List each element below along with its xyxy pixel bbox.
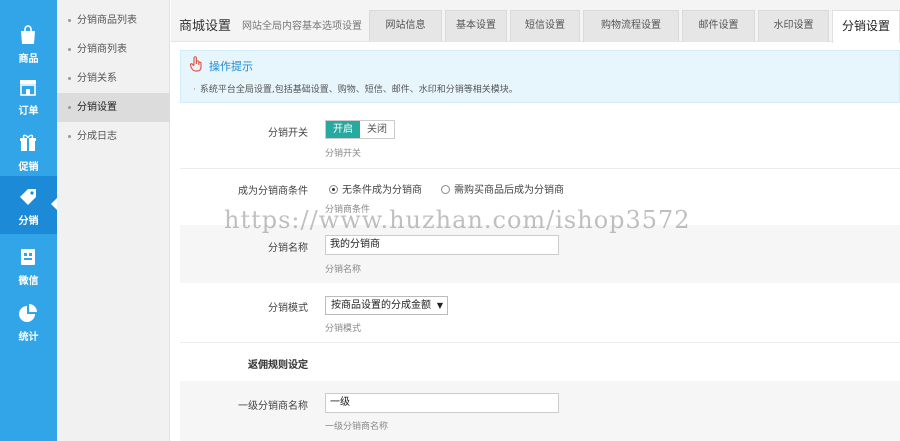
nav-label: 分销	[18, 216, 39, 227]
submenu-label: 分销商品列表	[77, 15, 137, 26]
radio-purchase-required[interactable]: 需购买商品后成为分销商	[441, 181, 564, 196]
tip-description: 系统平台全局设置,包括基础设置、购物、短信、邮件、水印和分销等相关模块。	[199, 85, 518, 95]
store-icon	[20, 80, 36, 96]
level1-name-input[interactable]: 一级	[325, 393, 559, 413]
section-title: 返佣规则设定	[248, 360, 308, 371]
radio-label: 无条件成为分销商	[342, 185, 422, 196]
submenu-label: 分销商列表	[77, 44, 127, 55]
tip-box: 操作提示 · 系统平台全局设置,包括基础设置、购物、短信、邮件、水印和分销等相关模…	[180, 50, 900, 103]
submenu-label: 分成日志	[77, 131, 117, 142]
switch-on-option[interactable]: 开启	[326, 121, 360, 138]
form-row-switch: 分销开关 开启 关闭 分销开关	[180, 110, 900, 168]
page-title: 商城设置	[179, 19, 232, 34]
hand-pointer-icon	[189, 56, 202, 72]
radio-no-condition[interactable]: 无条件成为分销商	[329, 181, 422, 196]
bullet	[68, 105, 71, 109]
tab-email[interactable]: 邮件设置	[682, 10, 755, 42]
field-label: 分销开关	[268, 128, 308, 139]
field-label: 分销名称	[268, 243, 308, 254]
nav-label: 微信	[18, 276, 39, 287]
bullet	[68, 18, 71, 22]
nav-item-orders[interactable]: 订单	[0, 66, 57, 124]
nav-label: 统计	[18, 332, 39, 343]
tab-sms[interactable]: 短信设置	[510, 10, 580, 42]
field-hint: 分销开关	[325, 149, 362, 159]
distribution-switch[interactable]: 开启 关闭	[325, 120, 395, 139]
page-header: 商城设置 网站全局内容基本选项设置 网站信息 基本设置 短信设置 购物流程设置 …	[171, 0, 900, 43]
field-hint: 一级分销商名称	[325, 422, 389, 432]
nav-item-distribution[interactable]: 分销	[0, 176, 57, 234]
submenu-item-commission-log[interactable]: 分成日志	[57, 122, 170, 151]
nav-label: 商品	[18, 54, 39, 65]
select-value: 按商品设置的分成金额	[331, 300, 431, 311]
field-hint: 分销模式	[325, 324, 362, 334]
nav-item-goods[interactable]: 商品	[0, 14, 57, 72]
tip-text: · 系统平台全局设置,包括基础设置、购物、短信、邮件、水印和分销等相关模块。	[193, 82, 518, 95]
tag-icon	[20, 189, 36, 205]
form-row-level1: 一级分销商名称 一级 一级分销商名称	[180, 381, 900, 441]
nav-item-wechat[interactable]: 微信	[0, 236, 57, 294]
distribution-mode-select[interactable]: 按商品设置的分成金额 ▼	[325, 296, 448, 315]
submenu-label: 分销设置	[77, 102, 117, 113]
tab-basic[interactable]: 基本设置	[445, 10, 507, 42]
pie-chart-icon	[19, 304, 37, 322]
bullet	[68, 134, 71, 138]
radio-circle	[441, 185, 450, 194]
nav-item-promotion[interactable]: 促销	[0, 122, 57, 180]
submenu-item-distributor-list[interactable]: 分销商列表	[57, 35, 170, 64]
section-commission-rules: 返佣规则设定	[180, 343, 900, 381]
bullet	[68, 47, 71, 51]
field-label: 分销模式	[268, 303, 308, 314]
nav-item-stats[interactable]: 统计	[0, 292, 57, 350]
submenu-item-settings[interactable]: 分销设置	[57, 93, 170, 122]
tab-distribution[interactable]: 分销设置	[832, 10, 900, 43]
submenu-item-goods-list[interactable]: 分销商品列表	[57, 6, 170, 35]
gift-icon	[20, 134, 36, 151]
submenu-label: 分销关系	[77, 73, 117, 84]
tip-bullet: ·	[193, 85, 196, 95]
tip-title: 操作提示	[209, 60, 253, 73]
field-label: 一级分销商名称	[238, 401, 308, 412]
radio-circle	[329, 185, 338, 194]
watermark-text: https://www.huzhan.com/ishop3572	[224, 206, 691, 234]
tab-watermark[interactable]: 水印设置	[758, 10, 829, 42]
field-hint: 分销名称	[325, 265, 362, 275]
main-nav: 商品 订单 促销 分销 微信 统计	[0, 0, 57, 441]
switch-off-option[interactable]: 关闭	[360, 121, 394, 138]
radio-label: 需购买商品后成为分销商	[454, 185, 564, 196]
shopping-bag-icon	[21, 25, 35, 44]
caret-down-icon: ▼	[436, 301, 443, 310]
tab-site-info[interactable]: 网站信息	[369, 10, 442, 42]
sub-nav: 分销商品列表 分销商列表 分销关系 分销设置 分成日志	[57, 0, 170, 441]
tab-shopping-flow[interactable]: 购物流程设置	[583, 10, 679, 42]
bullet	[68, 76, 71, 80]
page-subtitle: 网站全局内容基本选项设置	[242, 21, 362, 32]
nav-label: 促销	[18, 162, 39, 173]
form-row-mode: 分销模式 按商品设置的分成金额 ▼ 分销模式	[180, 283, 900, 341]
submenu-item-relations[interactable]: 分销关系	[57, 64, 170, 93]
distribution-name-input[interactable]: 我的分销商	[325, 235, 559, 255]
wechat-icon	[21, 249, 35, 265]
nav-label: 订单	[18, 106, 39, 117]
field-label: 成为分销商条件	[238, 186, 308, 197]
